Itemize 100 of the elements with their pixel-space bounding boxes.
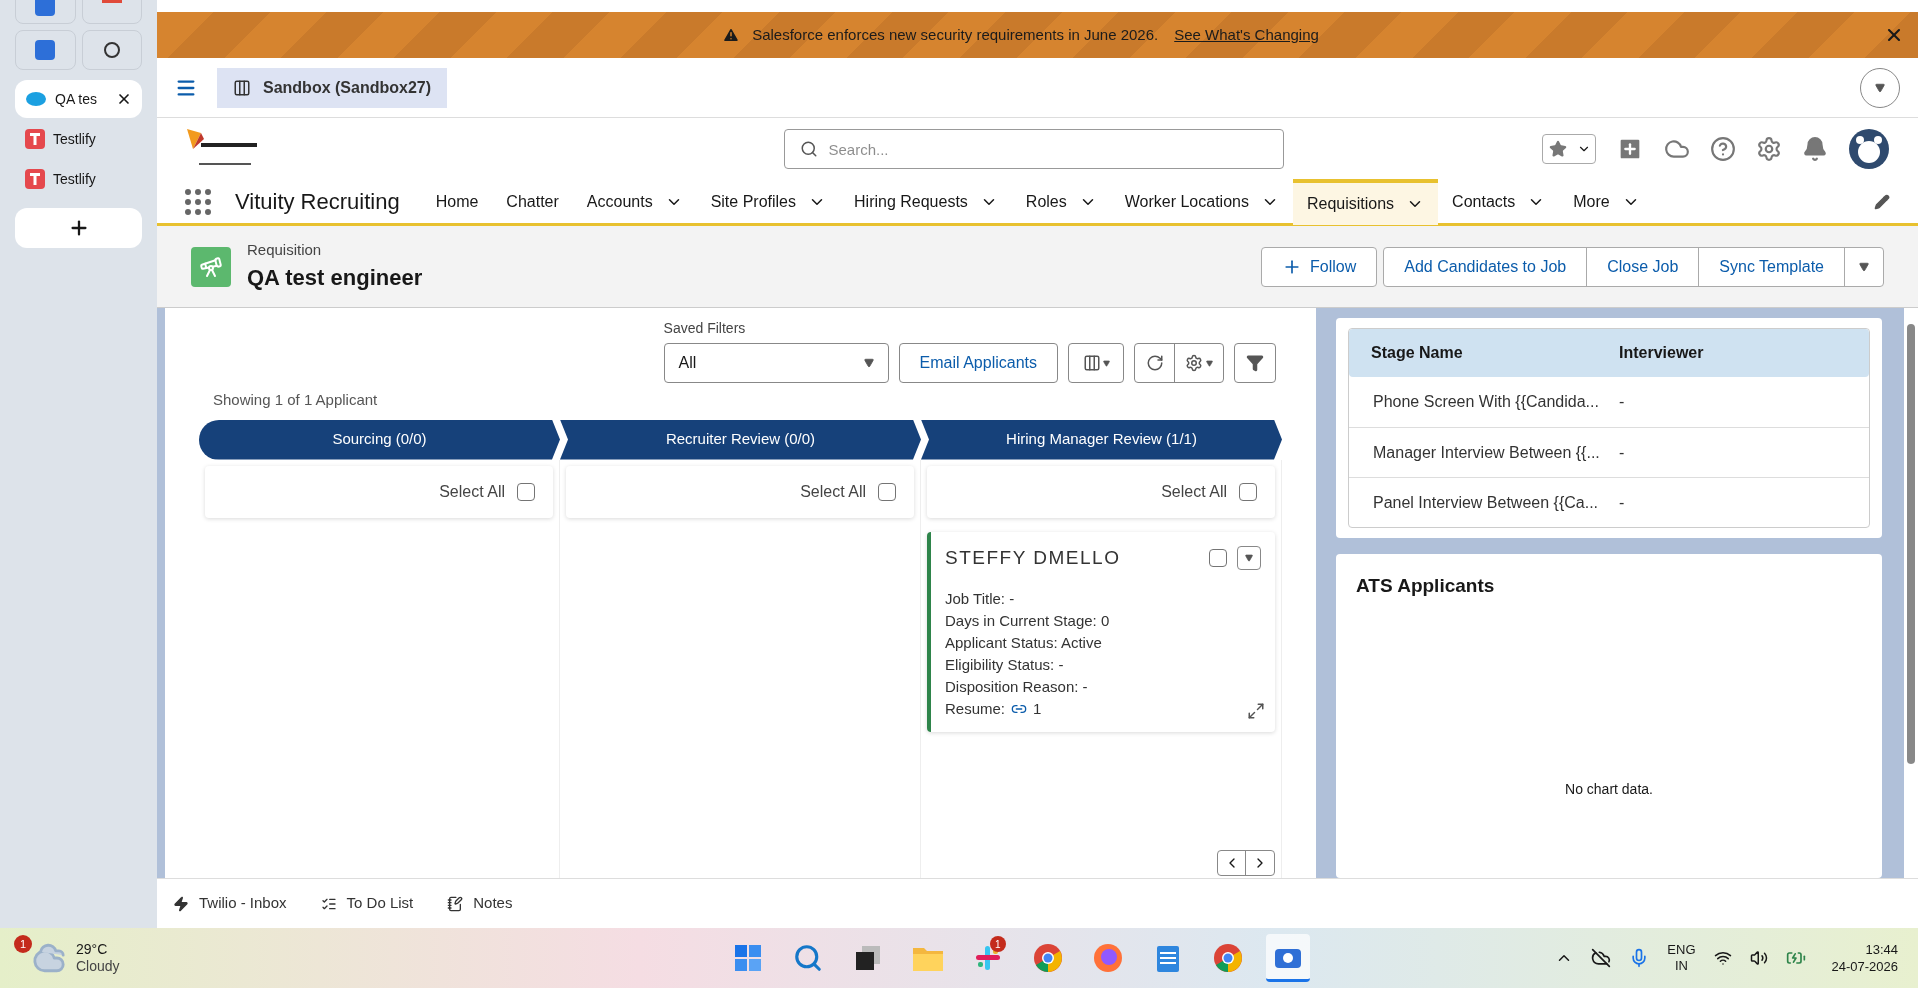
chrome-icon[interactable]: [1212, 943, 1243, 973]
notifications-icon[interactable]: [1802, 136, 1828, 162]
caret-icon: [1206, 359, 1213, 367]
nav-tab[interactable]: Requisitions: [1292, 178, 1439, 225]
stage-chevron[interactable]: Recruiter Review (0/0): [560, 419, 921, 460]
resume-label: Resume:: [945, 699, 1006, 719]
browser-tab[interactable]: QA tes: [15, 80, 142, 118]
nav-tab[interactable]: Chatter: [492, 178, 573, 225]
email-applicants-button[interactable]: Email Applicants: [898, 343, 1058, 383]
action-button[interactable]: Close Job: [1587, 247, 1700, 286]
edit-icon[interactable]: [1874, 193, 1890, 210]
caret-icon: [1102, 359, 1110, 367]
applicant-name[interactable]: STEFFY DMELLO: [945, 543, 1121, 572]
action-button[interactable]: Add Candidates to Job: [1384, 247, 1588, 286]
taskbar-app[interactable]: 1: [965, 934, 1010, 982]
caret-icon: [1875, 82, 1885, 93]
nav-tab[interactable]: Worker Locations: [1110, 178, 1293, 225]
settings-icon[interactable]: [1756, 136, 1782, 162]
weather-condition: Cloudy: [76, 958, 120, 975]
column-header: Stage Name: [1371, 343, 1464, 363]
action-button[interactable]: Sync Template: [1699, 247, 1845, 286]
banner-link[interactable]: See What's Changing: [1174, 23, 1319, 47]
app-launcher-icon[interactable]: [185, 188, 211, 215]
close-icon[interactable]: [116, 91, 132, 107]
browser-tab[interactable]: Testlify: [15, 120, 142, 158]
caret-icon: [1859, 261, 1869, 272]
nav-tab[interactable]: Roles: [1011, 178, 1111, 225]
caret-icon: [1245, 553, 1253, 562]
resume-count: 1: [1033, 699, 1042, 719]
notepad-icon[interactable]: [1154, 943, 1181, 973]
filter-icon: [1246, 354, 1264, 372]
nav-tab[interactable]: Hiring Requests: [840, 178, 1012, 225]
notification-badge: 1: [989, 936, 1006, 952]
utility-item[interactable]: Twilio - Inbox: [173, 892, 287, 915]
table-cell-text: -: [1619, 392, 1625, 412]
clock-time: 13:44: [1865, 941, 1898, 958]
table-cell-text: -: [1619, 492, 1625, 513]
app-shortcut-icon[interactable]: [15, 30, 76, 70]
notes-icon: [447, 895, 464, 912]
wifi-icon[interactable]: [1713, 949, 1732, 967]
record-title: QA test engineer: [247, 264, 423, 293]
table-cell-text: Panel Interview Between {{Ca...: [1373, 492, 1600, 513]
volume-icon[interactable]: [1749, 949, 1768, 967]
card-menu-button[interactable]: [1237, 545, 1261, 570]
table-cell-text: Phone Screen With {{Candida...: [1373, 392, 1600, 412]
task-view-icon[interactable]: [853, 944, 882, 972]
applicant-count: Showing 1 of 1 Applicant: [213, 390, 379, 410]
windows-icon[interactable]: [733, 944, 762, 972]
t-logo-icon: [25, 169, 45, 189]
chrome-icon[interactable]: [1032, 943, 1063, 973]
select-all-checkbox[interactable]: [517, 482, 535, 501]
card-title: ATS Applicants: [1356, 574, 1496, 598]
sandbox-icon: [233, 78, 251, 97]
bolt-icon: [173, 895, 189, 912]
nav-tab[interactable]: Home: [421, 178, 493, 225]
select-all-label: Select All: [800, 481, 866, 502]
select-all-label: Select All: [1161, 481, 1227, 502]
nav-tab[interactable]: Site Profiles: [696, 178, 840, 225]
search-icon[interactable]: [792, 943, 823, 973]
column-view-button[interactable]: [1068, 343, 1124, 383]
region: IN: [1674, 958, 1688, 974]
utility-item[interactable]: To Do List: [320, 892, 414, 915]
stage-chevron[interactable]: Sourcing (0/0): [199, 419, 560, 460]
requisition-icon: [191, 246, 231, 287]
gear-icon: [1185, 354, 1203, 372]
table-cell-text: Manager Interview Between {{...: [1373, 442, 1601, 463]
banner-message: Salesforce enforces new security requirements in June 2026.: [752, 24, 1159, 45]
columns-icon: [1082, 354, 1101, 372]
notification-badge: 1: [14, 935, 32, 953]
cloud-icon: [25, 91, 47, 107]
search-field[interactable]: Search...: [783, 129, 1284, 169]
applicant-card[interactable]: STEFFY DMELLO Job Title: - Days in Current Stage: 0 Applicant Status: Active Eligibility Status: - Disposition Reason: - Resume: 1: [927, 531, 1275, 732]
applicant-checkbox[interactable]: [1209, 548, 1227, 567]
saved-filters-select[interactable]: All: [663, 343, 889, 383]
select-all-checkbox[interactable]: [878, 482, 896, 501]
table-cell-text: -: [1619, 442, 1625, 463]
clock-date: 24-07-2026: [1831, 958, 1898, 975]
cloud-off-icon[interactable]: [1591, 948, 1612, 968]
favorites-button[interactable]: [1542, 134, 1596, 164]
expand-icon[interactable]: [1247, 702, 1265, 720]
utility-item[interactable]: Notes: [447, 892, 513, 915]
nav-tab[interactable]: Contacts: [1438, 178, 1560, 225]
column-header: Interviewer: [1619, 343, 1704, 363]
temperature: 29°C: [76, 941, 109, 958]
filter-button[interactable]: [1234, 343, 1276, 383]
follow-button[interactable]: Follow: [1261, 246, 1378, 287]
help-icon[interactable]: [1710, 136, 1736, 162]
avatar-icon[interactable]: [1848, 128, 1890, 170]
nav-tab[interactable]: Accounts: [572, 178, 697, 225]
select-all-checkbox[interactable]: [1239, 482, 1257, 501]
stage-chevron[interactable]: Hiring Manager Review (1/1): [921, 419, 1282, 460]
applicant-field: Eligibility Status: -: [945, 654, 1261, 676]
firefox-icon[interactable]: [1092, 943, 1123, 973]
browser-tab[interactable]: Testlify: [15, 160, 142, 198]
scrollbar[interactable]: [1904, 308, 1918, 878]
nav-tab[interactable]: More: [1559, 178, 1654, 225]
t-logo-icon: [25, 129, 45, 149]
warning-icon: [722, 26, 741, 44]
applicant-field: Days in Current Stage: 0: [945, 610, 1261, 632]
chat-shortcut-icon[interactable]: [81, 30, 142, 70]
